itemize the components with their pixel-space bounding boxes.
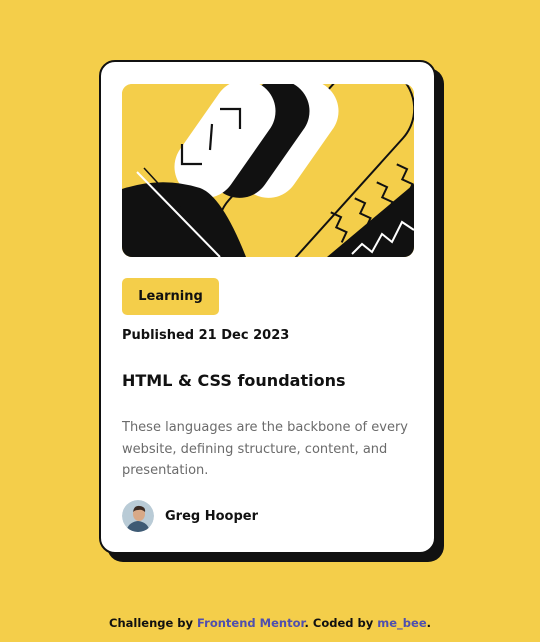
category-tag: Learning	[122, 278, 219, 315]
published-date: Published 21 Dec 2023	[122, 328, 290, 343]
attribution-prefix: Challenge by	[109, 616, 194, 630]
attribution: Challenge by Frontend Mentor. Coded by m…	[0, 616, 540, 630]
coder-link[interactable]: me_bee	[377, 616, 426, 630]
author: Greg Hooper	[122, 500, 258, 532]
card-description: These languages are the backbone of ever…	[122, 420, 408, 478]
blog-preview-card: Learning Published 21 Dec 2023 HTML & CS…	[99, 60, 436, 554]
attribution-suffix: .	[426, 616, 431, 630]
attribution-middle: . Coded by	[304, 616, 374, 630]
card-illustration	[122, 84, 414, 257]
card-title[interactable]: HTML & CSS foundations	[122, 371, 345, 390]
frontend-mentor-link[interactable]: Frontend Mentor	[197, 616, 304, 630]
avatar	[122, 500, 154, 532]
author-name: Greg Hooper	[165, 508, 259, 524]
